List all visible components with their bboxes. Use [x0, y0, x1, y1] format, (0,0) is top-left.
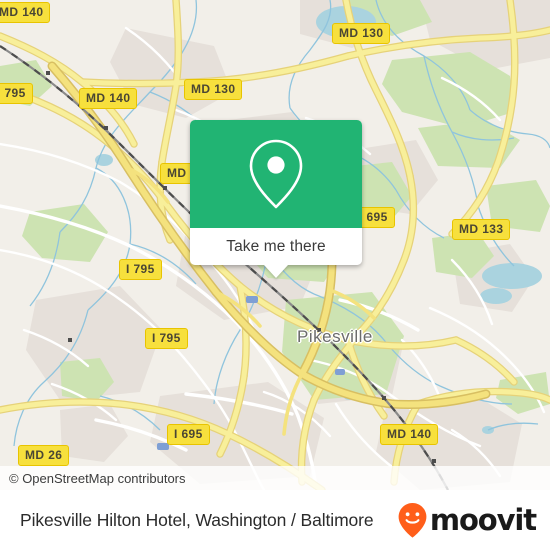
road-shield-label: I 695: [167, 424, 210, 445]
road-shield-label: MD 133: [452, 219, 511, 240]
map-attribution: © OpenStreetMap contributors: [0, 466, 550, 490]
road-shield-label: MD 130: [184, 79, 243, 100]
attribution-text: © OpenStreetMap contributors: [9, 470, 186, 486]
place-label: Pikesville: [297, 327, 373, 346]
take-me-there-button[interactable]: Take me there: [226, 238, 326, 256]
road-shield-label: MD 140: [0, 2, 51, 23]
take-me-there-popup[interactable]: Take me there: [190, 120, 362, 278]
popup-action-bar[interactable]: Take me there: [190, 228, 362, 278]
popup-tail: [264, 265, 288, 278]
road-shield-label: MD 140: [79, 88, 138, 109]
road-shield-label: MD 130: [332, 23, 391, 44]
footer-bar: Pikesville Hilton Hotel, Washington / Ba…: [0, 490, 550, 550]
moovit-map-screenshot: MD 140I 795MD 140MD 130MD 130MD 130I 795…: [0, 0, 550, 550]
moovit-wordmark: moovit: [429, 502, 537, 537]
location-title: Pikesville Hilton Hotel, Washington / Ba…: [20, 509, 374, 530]
road-shield-label: I 795: [119, 259, 162, 280]
road-shield-label: I 795: [145, 328, 188, 349]
road-shield-label: MD 26: [18, 445, 70, 466]
moovit-brand[interactable]: moovit: [397, 502, 537, 538]
popup-header: [190, 120, 362, 228]
map-pin-icon: [249, 139, 303, 209]
road-shield-label: MD 140: [380, 424, 439, 445]
road-shield-label: I 795: [0, 83, 33, 104]
moovit-pin-smiley-icon: [398, 503, 427, 538]
